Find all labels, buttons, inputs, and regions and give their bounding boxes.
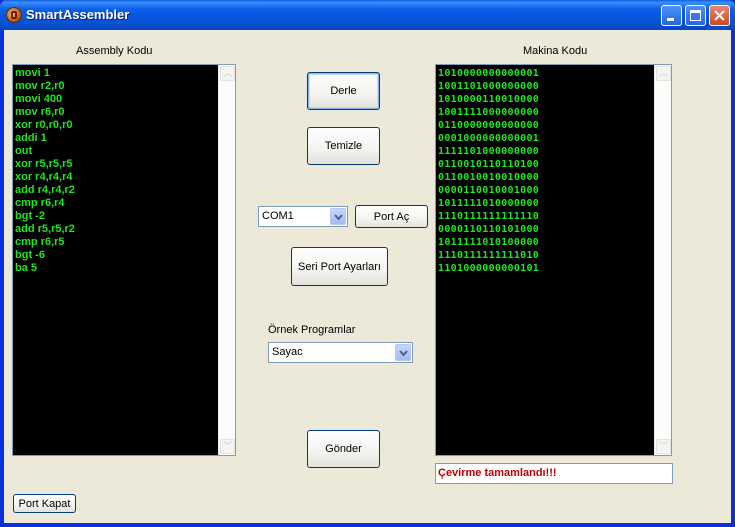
app-icon[interactable] [6, 7, 22, 23]
asm-line: mov r2,r0 [15, 80, 65, 92]
mc-line: 0110010110110100 [438, 159, 540, 170]
asm-line: mov r6,r0 [15, 106, 65, 118]
mc-line: 0110010010010000 [438, 172, 540, 183]
examples-select-value: Sayac [272, 346, 303, 358]
asm-line: movi 400 [15, 93, 63, 105]
assembly-code-textarea[interactable]: movi 1 mov r2,r0 movi 400 mov r6,r0 xor r0,r… [12, 64, 236, 456]
mc-line: 0000110110101000 [438, 224, 540, 235]
clear-button[interactable]: Temizle [307, 127, 380, 165]
mc-line: 1111101000000000 [438, 146, 540, 157]
app-window: SmartAssembler Assembly Kodu movi 1 mov r… [0, 0, 735, 527]
mc-line: 1110111111111110 [438, 211, 540, 222]
machine-code-lines: 1010000000000001 1001101000000000 10100001… [438, 67, 539, 275]
compile-button[interactable]: Derle [307, 72, 380, 110]
close-port-button[interactable]: Port Kapat [13, 494, 76, 513]
scroll-up-icon[interactable]: ︿ [220, 66, 235, 81]
open-port-button[interactable]: Port Aç [355, 205, 428, 228]
status-field: Çevirme tamamlandı!!! [435, 463, 673, 484]
machine-scrollbar[interactable]: ︿ ﹀ [654, 65, 671, 455]
title-bar[interactable]: SmartAssembler [0, 0, 735, 30]
mc-line: 1001101000000000 [438, 81, 540, 92]
asm-line: cmp r6,r5 [15, 236, 65, 248]
chevron-down-icon [399, 350, 408, 357]
examples-label: Örnek Programlar [268, 324, 356, 336]
port-select[interactable]: COM1 [258, 206, 348, 227]
asm-line: xor r4,r4,r4 [15, 171, 73, 183]
asm-line: xor r5,r5,r5 [15, 158, 73, 170]
asm-line: ba 5 [15, 262, 38, 274]
asm-line: out [15, 145, 33, 157]
serial-settings-button[interactable]: Seri Port Ayarları [291, 247, 388, 286]
scroll-up-icon[interactable]: ︿ [656, 66, 671, 81]
assembly-scrollbar[interactable]: ︿ ﹀ [218, 65, 235, 455]
asm-line: add r5,r5,r2 [15, 223, 75, 235]
scroll-down-icon[interactable]: ﹀ [220, 439, 235, 454]
mc-line: 0110000000000000 [438, 120, 540, 131]
mc-line: 1110111111111010 [438, 250, 540, 261]
asm-line: add r4,r4,r2 [15, 184, 75, 196]
mc-line: 0001000000000001 [438, 133, 540, 144]
close-icon [714, 10, 725, 21]
asm-line: bgt -6 [15, 249, 45, 261]
examples-dropdown-button[interactable] [395, 344, 411, 361]
asm-line: bgt -2 [15, 210, 45, 222]
assembly-label: Assembly Kodu [76, 45, 153, 57]
scroll-down-icon[interactable]: ﹀ [656, 439, 671, 454]
chevron-down-icon [334, 214, 343, 221]
machine-code-textarea[interactable]: 1010000000000001 1001101000000000 10100001… [435, 64, 672, 456]
mc-line: 1011111010000000 [438, 198, 540, 209]
assembly-code-lines: movi 1 mov r2,r0 movi 400 mov r6,r0 xor r0,r… [15, 67, 75, 275]
client-area: Assembly Kodu movi 1 mov r2,r0 movi 400 mov… [4, 30, 731, 523]
maximize-button[interactable] [685, 5, 706, 26]
port-select-value: COM1 [262, 210, 294, 222]
minimize-button[interactable] [661, 5, 682, 26]
examples-select[interactable]: Sayac [268, 342, 413, 363]
send-button[interactable]: Gönder [307, 430, 380, 468]
mc-line: 1011111010100000 [438, 237, 540, 248]
mc-line: 0000110010001000 [438, 185, 540, 196]
window-title: SmartAssembler [26, 7, 130, 22]
asm-line: cmp r6,r4 [15, 197, 65, 209]
close-button[interactable] [709, 5, 730, 26]
asm-line: movi 1 [15, 67, 50, 79]
mc-line: 1001111000000000 [438, 107, 540, 118]
mc-line: 1010000000000001 [438, 68, 540, 79]
port-dropdown-button[interactable] [330, 208, 346, 225]
asm-line: xor r0,r0,r0 [15, 119, 73, 131]
asm-line: addi 1 [15, 132, 47, 144]
mc-line: 1010000110010000 [438, 94, 540, 105]
machine-label: Makina Kodu [523, 45, 588, 57]
mc-line: 1101000000000101 [438, 263, 540, 274]
